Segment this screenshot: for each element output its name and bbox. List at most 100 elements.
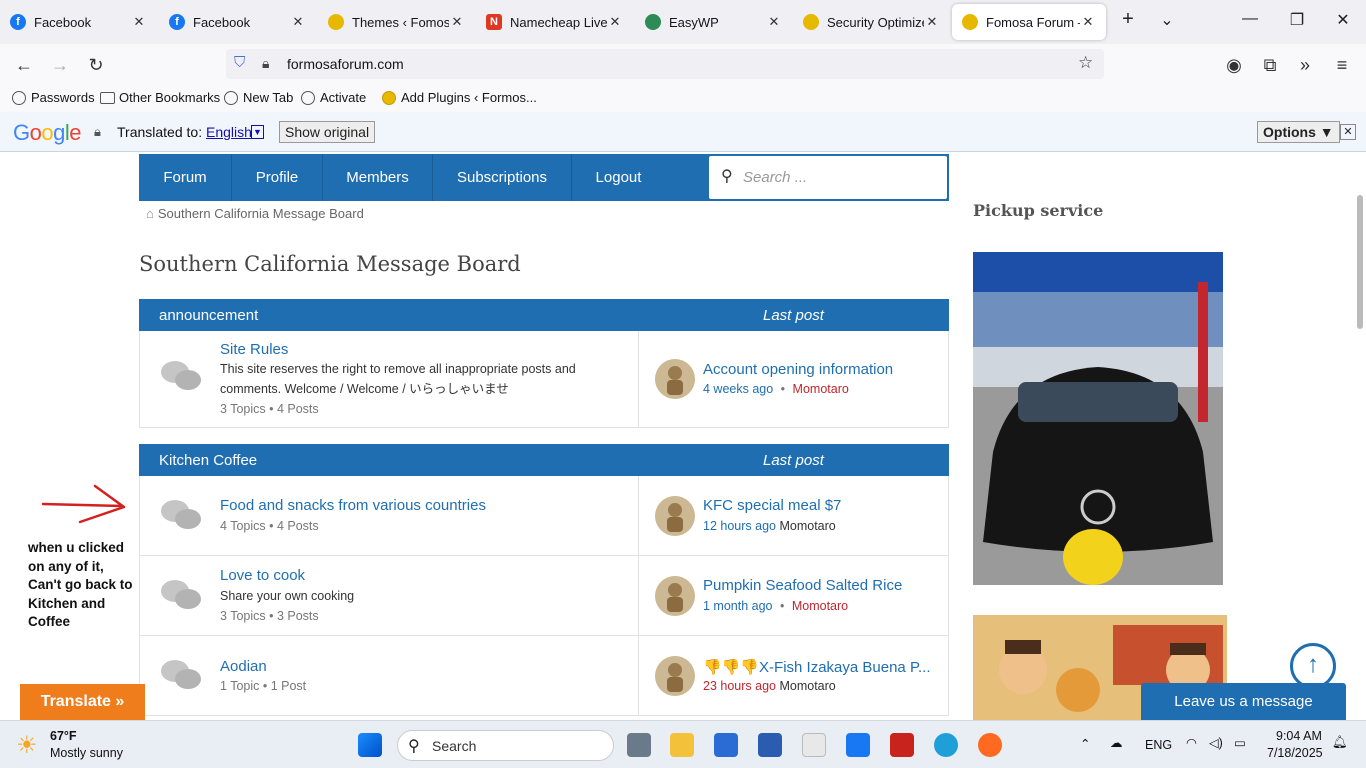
overflow-chevron-icon[interactable]: » — [1293, 53, 1317, 77]
last-post-author[interactable]: Momotaro — [779, 519, 835, 533]
forum-title[interactable]: Site Rules — [220, 341, 288, 358]
last-post-title[interactable]: Account opening information — [703, 361, 893, 378]
avatar[interactable] — [655, 576, 695, 616]
avatar[interactable] — [655, 359, 695, 399]
volume-icon[interactable]: ◁) — [1209, 735, 1223, 750]
input-language[interactable]: ENG — [1145, 738, 1172, 752]
pickup-service-car-image[interactable] — [973, 252, 1223, 585]
url-text[interactable]: formosaforum.com — [287, 56, 404, 72]
browser-tab[interactable]: Themes ‹ Fomosa F ✕ — [318, 0, 475, 44]
last-post-time[interactable]: 23 hours ago — [703, 679, 776, 693]
forward-arrow-icon[interactable]: → — [48, 53, 72, 77]
browser-tab[interactable]: f Facebook ✕ — [0, 0, 157, 44]
close-icon[interactable]: ✕ — [924, 14, 940, 30]
weather-desc[interactable]: Mostly sunny — [50, 746, 123, 760]
search-input[interactable]: Search ... — [743, 169, 807, 186]
restore-icon[interactable]: ❐ — [1285, 10, 1309, 30]
breadcrumb-link[interactable]: Southern California Message Board — [158, 206, 364, 221]
last-post-title[interactable]: KFC special meal $7 — [703, 497, 841, 514]
nav-logout[interactable]: Logout — [572, 154, 665, 201]
shield-icon[interactable]: ⛉ — [234, 54, 245, 71]
start-icon[interactable] — [358, 733, 382, 757]
forum-stats: 3 Topics • 3 Posts — [220, 609, 319, 623]
battery-icon[interactable]: ▭ — [1234, 735, 1246, 750]
close-icon[interactable]: ✕ — [1080, 14, 1096, 30]
category-name[interactable]: Kitchen Coffee — [159, 452, 257, 469]
chevron-down-icon[interactable]: ⌄ — [1155, 10, 1179, 30]
cloud-sync-icon[interactable]: ☁ — [1110, 735, 1123, 750]
lock-icon[interactable]: 🔒︎ — [262, 55, 269, 72]
home-icon[interactable]: ⌂ — [146, 206, 154, 221]
last-post-title[interactable]: 👎👎👎X-Fish Izakaya Buena P... — [703, 658, 931, 676]
nav-members[interactable]: Members — [323, 154, 433, 201]
last-post-title[interactable]: Pumpkin Seafood Salted Rice — [703, 577, 902, 594]
browser-tab[interactable]: Security Optimizer ✕ — [793, 0, 950, 44]
browser-tab[interactable]: EasyWP ✕ — [635, 0, 792, 44]
dropdown-arrow-icon[interactable]: ▼ — [251, 125, 264, 139]
last-post-time[interactable]: 4 weeks ago — [703, 382, 773, 396]
last-post-time[interactable]: 1 month ago — [703, 599, 773, 613]
back-arrow-icon[interactable]: ← — [12, 53, 36, 77]
category-name[interactable]: announcement — [159, 307, 258, 324]
close-icon[interactable]: ✕ — [766, 14, 782, 30]
store-icon[interactable] — [714, 733, 738, 757]
new-tab-icon[interactable]: + — [1116, 8, 1140, 31]
filezilla-icon[interactable] — [890, 733, 914, 757]
browser-tab-active[interactable]: Fomosa Forum – Lo ✕ — [952, 4, 1106, 40]
show-original-button[interactable]: Show original — [279, 121, 376, 143]
hp-app-icon[interactable] — [758, 733, 782, 757]
page-scrollbar[interactable] — [1357, 195, 1363, 329]
wifi-icon[interactable]: ◠ — [1186, 735, 1197, 750]
weather-temp[interactable]: 67°F — [50, 729, 77, 743]
taskbar-search[interactable]: ⚲ Search — [397, 730, 614, 761]
weather-sun-icon[interactable]: ☀ — [16, 731, 38, 760]
last-post-time[interactable]: 12 hours ago — [703, 519, 776, 533]
close-icon[interactable]: ✕ — [290, 14, 306, 30]
window-close-icon[interactable]: ✕ — [1331, 10, 1355, 30]
last-post-author[interactable]: Momotaro — [793, 382, 849, 396]
close-icon[interactable]: ✕ — [1340, 124, 1356, 140]
leave-message-button[interactable]: Leave us a message — [1141, 683, 1346, 720]
reload-icon[interactable]: ↻ — [84, 53, 108, 77]
nav-forum[interactable]: Forum — [139, 154, 232, 201]
task-view-icon[interactable] — [627, 733, 651, 757]
bookmark-add-plugins[interactable]: Add Plugins ‹ Formos... — [382, 90, 537, 105]
copilot-icon[interactable] — [802, 733, 826, 757]
tray-chevron-icon[interactable]: ⌃ — [1080, 736, 1090, 751]
avatar[interactable] — [655, 656, 695, 696]
close-icon[interactable]: ✕ — [449, 14, 465, 30]
clock-date[interactable]: 7/18/2025 — [1267, 746, 1323, 760]
clock-time[interactable]: 9:04 AM — [1276, 729, 1322, 743]
forum-title[interactable]: Aodian — [220, 658, 267, 675]
minimize-icon[interactable]: — — [1238, 10, 1262, 28]
facebook-icon[interactable] — [846, 733, 870, 757]
edge-icon[interactable] — [934, 733, 958, 757]
menu-icon[interactable]: ≡ — [1330, 53, 1354, 77]
browser-tab[interactable]: N Namecheap LiveCh ✕ — [476, 0, 633, 44]
bookmark-activate[interactable]: Activate — [301, 90, 366, 105]
browser-tab[interactable]: f Facebook ✕ — [159, 0, 316, 44]
account-icon[interactable]: ◉ — [1222, 53, 1246, 77]
file-explorer-icon[interactable] — [670, 733, 694, 757]
nav-profile[interactable]: Profile — [232, 154, 323, 201]
bookmark-new-tab[interactable]: New Tab — [224, 90, 293, 105]
extensions-icon[interactable]: ⧉ — [1258, 53, 1282, 77]
last-post-author[interactable]: Momotaro — [779, 679, 835, 693]
address-bar[interactable]: ⛉ 🔒︎ formosaforum.com ☆ — [226, 49, 1104, 79]
bookmark-star-icon[interactable]: ☆ — [1078, 53, 1093, 73]
notification-bell-icon[interactable]: 🔔︎ — [1332, 735, 1348, 750]
options-button[interactable]: Options ▼ — [1257, 121, 1340, 143]
last-post-author[interactable]: Momotaro — [792, 599, 848, 613]
forum-search[interactable]: ⚲ Search ... — [709, 156, 947, 199]
translate-button[interactable]: Translate » — [20, 684, 145, 720]
bookmark-passwords[interactable]: Passwords — [12, 90, 95, 105]
forum-title[interactable]: Food and snacks from various countries — [220, 497, 486, 514]
firefox-icon[interactable] — [978, 733, 1002, 757]
forum-title[interactable]: Love to cook — [220, 567, 305, 584]
close-icon[interactable]: ✕ — [607, 14, 623, 30]
avatar[interactable] — [655, 496, 695, 536]
language-select[interactable]: English — [206, 124, 252, 140]
bookmark-other[interactable]: Other Bookmarks — [100, 90, 220, 105]
close-icon[interactable]: ✕ — [131, 14, 147, 30]
nav-subscriptions[interactable]: Subscriptions — [433, 154, 572, 201]
